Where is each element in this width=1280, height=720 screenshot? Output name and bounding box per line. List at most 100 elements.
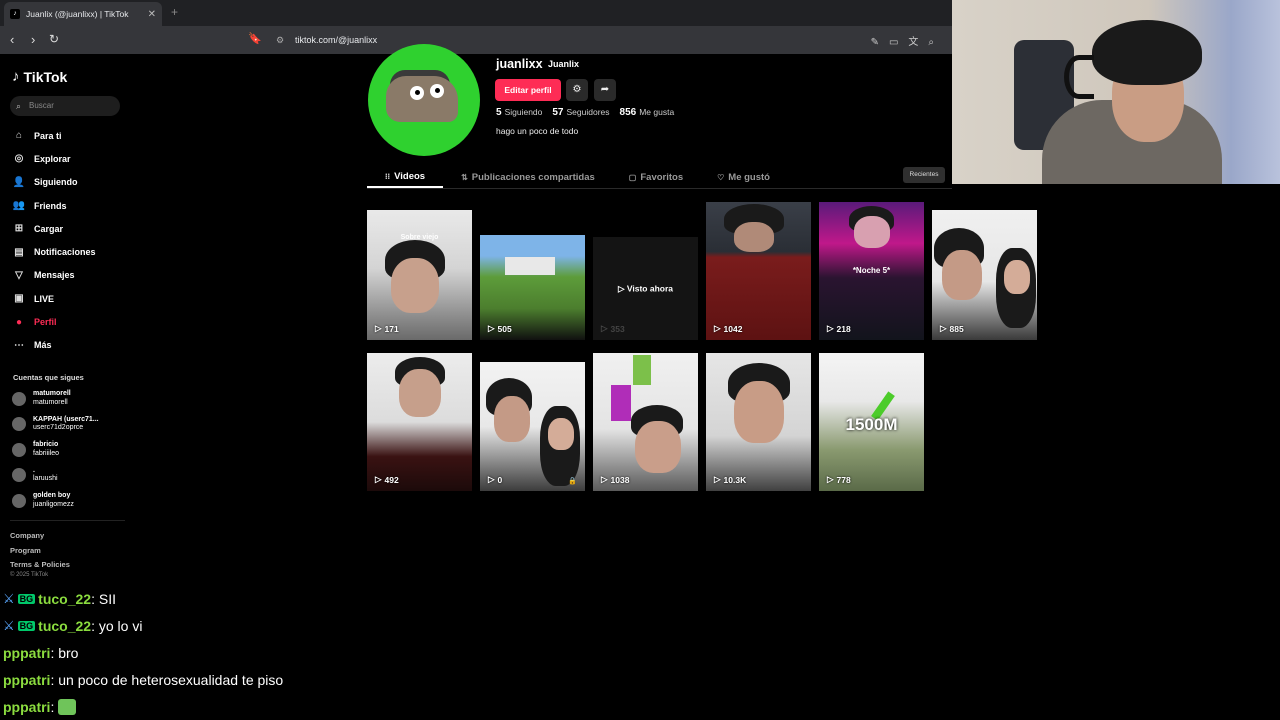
edit-profile-button[interactable]: Editar perfil xyxy=(495,79,561,101)
chat-text: SII xyxy=(98,591,116,608)
video-views: ▷ 171 xyxy=(375,323,399,334)
tiktok-favicon-icon: ♪ xyxy=(10,9,20,19)
account-display-name: matumorell xyxy=(33,390,71,398)
video-thumb-shape xyxy=(399,369,441,417)
sidebar-item-cargar[interactable]: ⊞ Cargar xyxy=(12,217,96,240)
view-count: 0 xyxy=(497,474,503,485)
video-card[interactable]: 1500M ▷ 778 xyxy=(819,353,924,491)
video-card[interactable]: *Noche 5* ▷ 218 xyxy=(819,202,924,340)
profile-username: juanlixx xyxy=(496,57,543,71)
site-info-icon[interactable]: ⚙ xyxy=(276,30,284,50)
play-icon: ▷ xyxy=(714,323,721,333)
video-card[interactable]: ▷ 10.3K xyxy=(706,353,811,491)
sidebar-item-label: Para ti xyxy=(34,130,62,141)
sidebar-item-perfil[interactable]: ● Perfil xyxy=(12,310,96,333)
video-views: ▷ 1042 xyxy=(714,323,742,334)
play-icon: ▷ xyxy=(617,283,627,293)
sidebar-item-live[interactable]: ▣ LIVE xyxy=(12,287,96,310)
video-thumb-shape xyxy=(734,222,774,252)
sidebar-item-mas[interactable]: ⋯ Más xyxy=(12,334,96,357)
view-count: 885 xyxy=(949,323,964,334)
avatar xyxy=(12,442,26,457)
video-card[interactable]: ▷ 505 xyxy=(480,235,585,340)
sidebar-item-explorar[interactable]: ◎ Explorar xyxy=(12,147,96,170)
footer-link[interactable]: Company xyxy=(10,529,70,544)
followers-stat[interactable]: 57 Seguidores xyxy=(552,107,609,118)
avatar xyxy=(12,417,26,432)
footer-link[interactable]: Terms & Policies xyxy=(10,558,70,573)
following-account[interactable]: . laruushi xyxy=(12,463,99,489)
chat-message: ⚔ BG tuco_22: SII xyxy=(3,586,283,613)
chat-username[interactable]: pppatri xyxy=(3,699,50,715)
following-account[interactable]: golden boy juanligomezz xyxy=(12,488,99,514)
messages-icon: ▽ xyxy=(15,269,23,281)
play-icon: ▷ xyxy=(940,323,947,333)
tab-videos[interactable]: ⁝⁝ Videos xyxy=(367,166,444,188)
overlay-label: Visto ahora xyxy=(626,283,674,293)
gear-icon: ⚙ xyxy=(572,84,582,95)
video-card[interactable]: ▷ 492 xyxy=(367,353,472,491)
avatar-shape xyxy=(386,76,458,122)
video-card[interactable]: Sobre viejo ▷ 171 xyxy=(367,210,472,340)
tab-label: Me gustó xyxy=(728,171,770,183)
back-icon[interactable]: ‹ xyxy=(10,32,14,47)
address-bar[interactable]: ⚙ tiktok.com/@juanlixx xyxy=(270,30,930,50)
following-account[interactable]: matumorell matumorell xyxy=(12,386,99,412)
profile-tabs: ⁝⁝ Videos ⇅ Publicaciones compartidas ▢ Fav… xyxy=(367,166,804,188)
following-list: matumorell matumorell KAPPAH (userc71... u… xyxy=(12,386,99,514)
tiktok-logo[interactable]: ♪ TikTok xyxy=(12,68,67,85)
browser-tab-strip: ♪ Juanlix (@juanlixx) | TikTok ✕ + xyxy=(0,0,952,26)
tab-favorites[interactable]: ▢ Favoritos xyxy=(629,166,683,188)
following-icon: 👤 xyxy=(12,176,26,188)
subscriber-badge-icon: BG xyxy=(17,594,36,605)
notifications-icon: ▤ xyxy=(14,246,24,258)
upload-icon: ⊞ xyxy=(14,223,24,235)
video-card[interactable]: ▷ 1038 xyxy=(593,353,698,491)
browser-tab[interactable]: ♪ Juanlix (@juanlixx) | TikTok ✕ xyxy=(4,2,162,26)
search-input[interactable]: ⌕ Buscar xyxy=(10,96,120,116)
tab-reposts[interactable]: ⇅ Publicaciones compartidas xyxy=(461,166,595,188)
chat-username[interactable]: pppatri xyxy=(3,672,50,688)
chat-username[interactable]: tuco_22 xyxy=(38,591,91,607)
video-thumb-shape xyxy=(548,418,574,450)
chat-text: bro xyxy=(58,644,79,661)
video-card[interactable]: ▷ 1042 xyxy=(706,202,811,340)
account-handle: userc71d2oprce xyxy=(33,424,84,432)
sidebar-item-para-ti[interactable]: ⌂ Para ti xyxy=(12,124,96,147)
sidebar-item-friends[interactable]: 👥 Friends xyxy=(12,194,96,217)
profile-avatar[interactable] xyxy=(368,44,480,156)
tab-label: Videos xyxy=(394,170,426,182)
chat-username[interactable]: pppatri xyxy=(3,645,50,661)
play-icon: ▷ xyxy=(827,474,834,484)
settings-button[interactable]: ⚙ xyxy=(566,79,588,101)
following-stat[interactable]: 5 Siguiendo xyxy=(496,107,542,118)
video-views: ▷ 353 xyxy=(601,323,625,334)
footer-link[interactable]: Program xyxy=(10,544,70,559)
share-button[interactable]: ➦ xyxy=(594,79,616,101)
new-tab-icon[interactable]: + xyxy=(171,5,178,19)
video-card[interactable]: ▷ Visto ahora ▷ 353 xyxy=(593,237,698,340)
video-card[interactable]: ▷ 885 xyxy=(932,210,1037,340)
grid-icon: ⁝⁝ xyxy=(385,171,391,181)
account-display-name: . xyxy=(33,466,35,474)
close-tab-icon[interactable]: ✕ xyxy=(148,9,156,20)
sidebar-item-mensajes[interactable]: ▽ Mensajes xyxy=(12,264,96,287)
play-icon: ▷ xyxy=(601,474,608,484)
sort-recent-button[interactable]: Recientes xyxy=(903,167,945,183)
live-icon: ▣ xyxy=(14,293,24,305)
browser-toolbar-icons[interactable]: ✎▭文⌕ xyxy=(871,33,944,48)
bookmark-page-icon[interactable]: 🔖 xyxy=(248,32,262,45)
following-account[interactable]: fabricio fabriiileo xyxy=(12,437,99,463)
account-handle: matumorell xyxy=(33,398,68,406)
sidebar-item-siguiendo[interactable]: 👤 Siguiendo xyxy=(12,171,96,194)
forward-icon[interactable]: › xyxy=(31,32,35,47)
profile-bio: hago un poco de todo xyxy=(496,126,579,136)
tab-liked[interactable]: ♡ Me gustó xyxy=(717,166,770,188)
video-card[interactable]: ▷ 0 🔒 xyxy=(480,362,585,491)
sidebar-item-notificaciones[interactable]: ▤ Notificaciones xyxy=(12,240,95,263)
headphones-shape xyxy=(1064,55,1094,99)
chat-username[interactable]: tuco_22 xyxy=(38,618,91,634)
view-count: 171 xyxy=(384,323,399,334)
reload-icon[interactable]: ↻ xyxy=(49,32,59,46)
following-account[interactable]: KAPPAH (userc71... userc71d2oprce xyxy=(12,412,99,438)
